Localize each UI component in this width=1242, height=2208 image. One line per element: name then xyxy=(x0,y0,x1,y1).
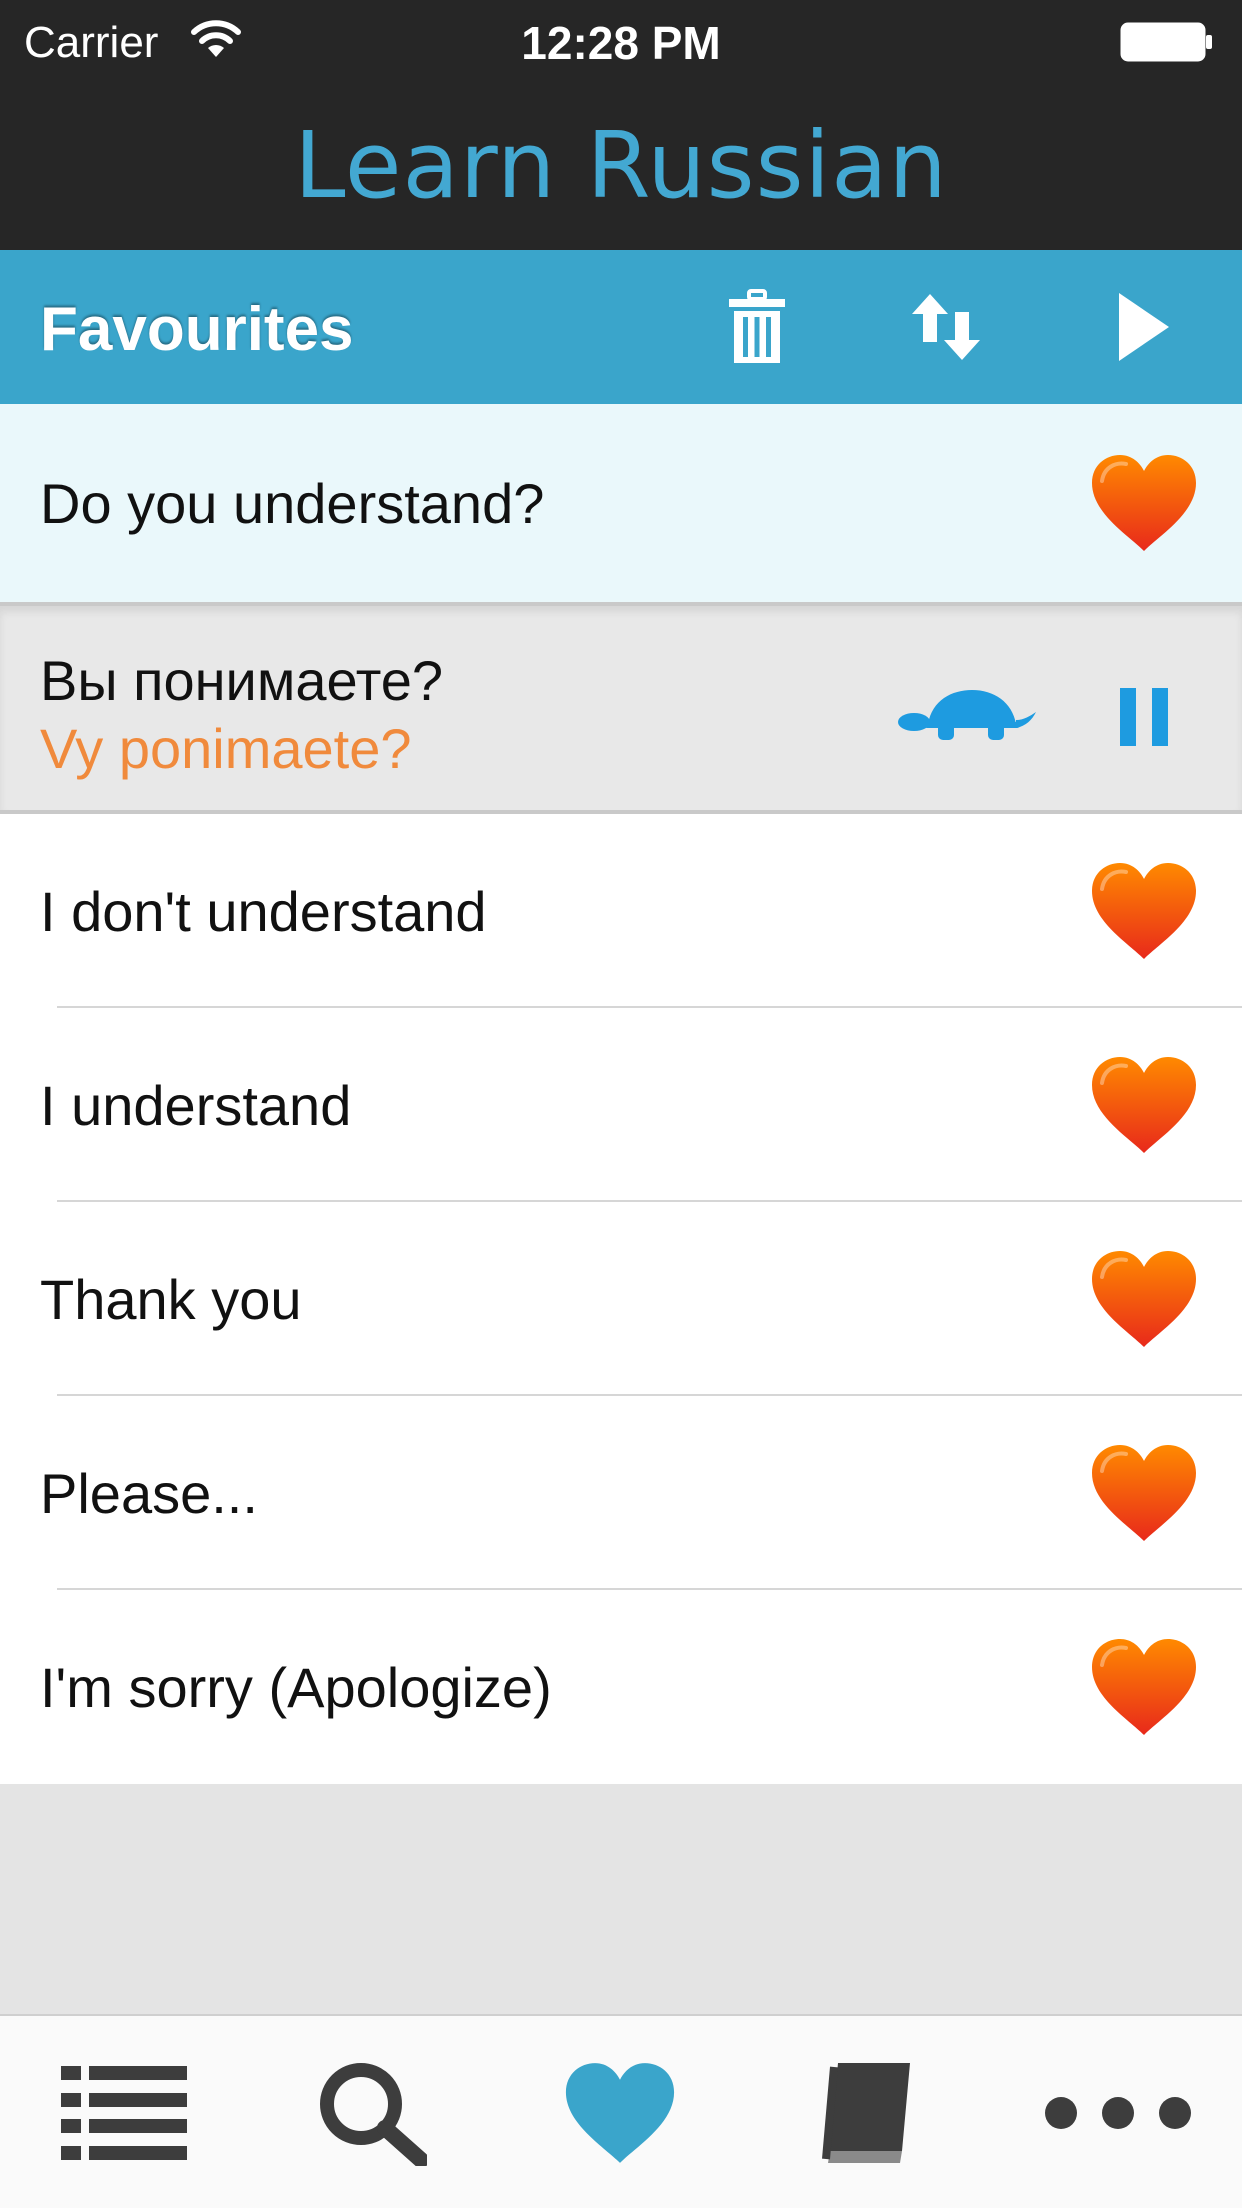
navigation-bar: Learn Russian xyxy=(0,82,1242,250)
list-item[interactable]: I don't understand xyxy=(0,814,1242,1008)
list-item[interactable]: I'm sorry (Apologize) xyxy=(0,1590,1242,1784)
status-time: 12:28 PM xyxy=(521,17,721,69)
sort-icon xyxy=(912,294,980,360)
phrase-english: Please... xyxy=(40,1461,258,1525)
list-item-selected[interactable]: Do you understand? xyxy=(0,404,1242,602)
more-icon xyxy=(1045,2097,1191,2129)
section-title: Favourites xyxy=(40,295,354,364)
phrase-list: Do you understand? Вы понимаете? Vy poni… xyxy=(0,404,1242,1784)
list-icon xyxy=(61,2066,187,2160)
tab-categories[interactable] xyxy=(0,2016,248,2208)
book-icon xyxy=(822,2063,910,2163)
list-item[interactable]: Thank you xyxy=(0,1202,1242,1396)
tab-more[interactable] xyxy=(994,2016,1242,2208)
phrase-english: Do you understand? xyxy=(40,471,545,535)
play-icon xyxy=(1119,293,1169,361)
battery-icon xyxy=(1120,22,1212,62)
sort-button[interactable] xyxy=(902,282,992,372)
tab-bar xyxy=(0,2014,1242,2208)
heart-icon[interactable] xyxy=(1088,861,1200,961)
app-title: Learn Russian xyxy=(294,112,948,219)
turtle-icon[interactable] xyxy=(898,686,1038,746)
heart-icon[interactable] xyxy=(1088,1443,1200,1543)
list-item[interactable]: Please... xyxy=(0,1396,1242,1590)
search-icon xyxy=(320,2063,427,2166)
heart-icon[interactable] xyxy=(1088,453,1200,553)
phrase-english: Thank you xyxy=(40,1267,302,1331)
tab-favourites[interactable] xyxy=(496,2016,744,2208)
heart-icon[interactable] xyxy=(1088,1055,1200,1155)
tab-phrasebook[interactable] xyxy=(744,2016,992,2208)
favourites-header: Favourites xyxy=(0,250,1242,404)
phrase-english: I don't understand xyxy=(40,879,487,943)
phrase-native: Вы понимаете? xyxy=(40,649,444,712)
pause-icon[interactable] xyxy=(1118,686,1172,748)
phrase-english: I understand xyxy=(40,1073,352,1137)
phrase-english: I'm sorry (Apologize) xyxy=(40,1655,552,1719)
heart-icon[interactable] xyxy=(1088,1249,1200,1349)
play-all-button[interactable] xyxy=(1098,282,1188,372)
tab-search[interactable] xyxy=(248,2016,496,2208)
list-item[interactable]: I understand xyxy=(0,1008,1242,1202)
phrase-transliteration: Vy ponimaete? xyxy=(40,717,412,780)
heart-icon[interactable] xyxy=(1088,1637,1200,1737)
heart-icon xyxy=(565,2063,675,2163)
trash-icon xyxy=(729,289,785,363)
phrase-detail-panel: Вы понимаете? Vy ponimaete? xyxy=(0,602,1242,814)
status-bar: Carrier 12:28 PM xyxy=(0,0,1242,82)
delete-button[interactable] xyxy=(712,282,802,372)
